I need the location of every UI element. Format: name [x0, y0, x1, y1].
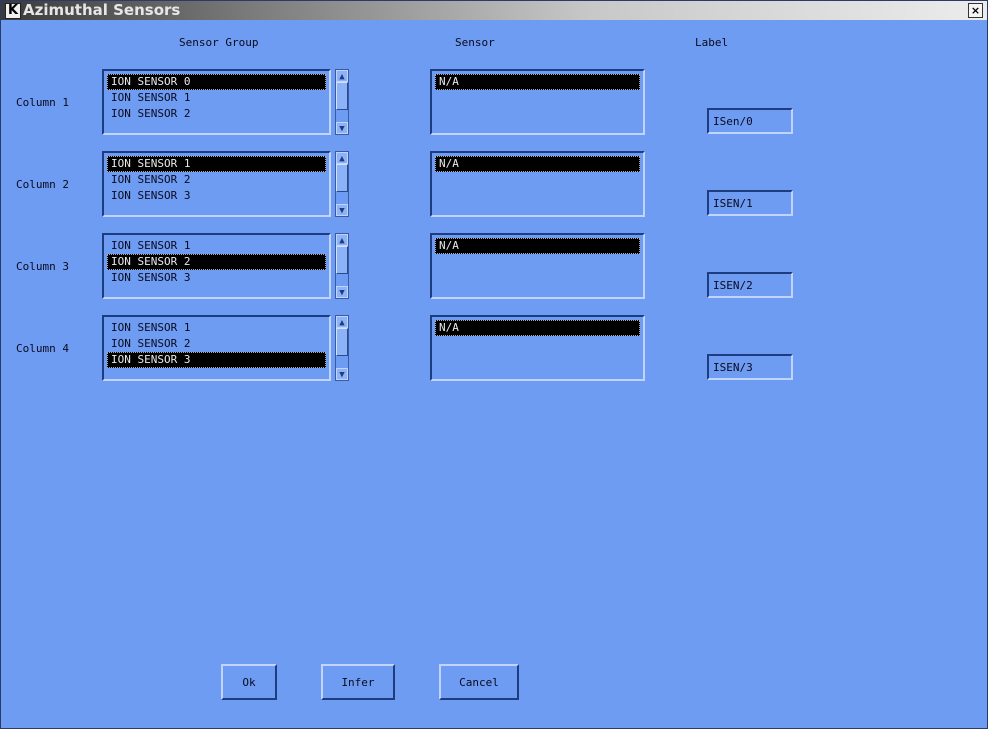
sensor-group-list-column-3[interactable]: ION SENSOR 1 ION SENSOR 2 ION SENSOR 3 — [102, 233, 331, 299]
window-title: Azimuthal Sensors — [23, 1, 181, 19]
sensor-group-scrollbar-column-1[interactable]: ▲ ▼ — [335, 69, 349, 135]
title-bar[interactable]: K Azimuthal Sensors × — [1, 1, 987, 20]
sensor-group-list-item[interactable]: ION SENSOR 1 — [107, 90, 326, 106]
scrollbar-thumb[interactable] — [336, 246, 348, 274]
sensor-group-list-item[interactable]: ION SENSOR 2 — [107, 336, 326, 352]
label-input-column-2[interactable] — [707, 190, 793, 216]
sensor-list-column-4[interactable]: N/A — [430, 315, 645, 381]
down-arrow-icon[interactable]: ▼ — [336, 204, 348, 216]
down-arrow-icon[interactable]: ▼ — [336, 368, 348, 380]
up-arrow-icon[interactable]: ▲ — [336, 234, 348, 246]
sensor-group-list-item[interactable]: ION SENSOR 2 — [107, 172, 326, 188]
label-input-column-3[interactable] — [707, 272, 793, 298]
azimuthal-sensors-window: K Azimuthal Sensors × Sensor Group Senso… — [0, 0, 988, 729]
down-arrow-icon[interactable]: ▼ — [336, 286, 348, 298]
sensor-list-item[interactable]: N/A — [435, 320, 640, 336]
label-input-column-1[interactable] — [707, 108, 793, 134]
header-sensor-group: Sensor Group — [179, 36, 259, 49]
sensor-list-column-3[interactable]: N/A — [430, 233, 645, 299]
sensor-list-item[interactable]: N/A — [435, 238, 640, 254]
sensor-group-list-item[interactable]: ION SENSOR 3 — [107, 188, 326, 204]
sensor-group-list-column-4[interactable]: ION SENSOR 1 ION SENSOR 2 ION SENSOR 3 — [102, 315, 331, 381]
sensor-list-item[interactable]: N/A — [435, 74, 640, 90]
sensor-list-column-2[interactable]: N/A — [430, 151, 645, 217]
sensor-group-list-item[interactable]: ION SENSOR 2 — [107, 254, 326, 270]
sensor-group-list-item[interactable]: ION SENSOR 1 — [107, 320, 326, 336]
scrollbar-thumb[interactable] — [336, 164, 348, 192]
scrollbar-thumb[interactable] — [336, 328, 348, 356]
row-label-column-2: Column 2 — [16, 178, 69, 191]
sensor-list-column-1[interactable]: N/A — [430, 69, 645, 135]
app-icon: K — [5, 3, 21, 19]
sensor-list-item[interactable]: N/A — [435, 156, 640, 172]
close-icon[interactable]: × — [968, 3, 983, 18]
sensor-group-list-item[interactable]: ION SENSOR 2 — [107, 106, 326, 122]
sensor-group-list-item[interactable]: ION SENSOR 3 — [107, 270, 326, 286]
sensor-group-scrollbar-column-2[interactable]: ▲ ▼ — [335, 151, 349, 217]
sensor-group-list-item[interactable]: ION SENSOR 1 — [107, 238, 326, 254]
sensor-group-scrollbar-column-4[interactable]: ▲ ▼ — [335, 315, 349, 381]
row-label-column-4: Column 4 — [16, 342, 69, 355]
sensor-group-scrollbar-column-3[interactable]: ▲ ▼ — [335, 233, 349, 299]
sensor-group-list-item[interactable]: ION SENSOR 1 — [107, 156, 326, 172]
cancel-button[interactable]: Cancel — [439, 664, 519, 700]
sensor-group-list-item[interactable]: ION SENSOR 3 — [107, 352, 326, 368]
up-arrow-icon[interactable]: ▲ — [336, 152, 348, 164]
up-arrow-icon[interactable]: ▲ — [336, 70, 348, 82]
sensor-group-list-column-2[interactable]: ION SENSOR 1 ION SENSOR 2 ION SENSOR 3 — [102, 151, 331, 217]
sensor-group-list-item[interactable]: ION SENSOR 0 — [107, 74, 326, 90]
label-input-column-4[interactable] — [707, 354, 793, 380]
header-sensor: Sensor — [455, 36, 495, 49]
down-arrow-icon[interactable]: ▼ — [336, 122, 348, 134]
ok-button[interactable]: Ok — [221, 664, 277, 700]
infer-button[interactable]: Infer — [321, 664, 395, 700]
scrollbar-thumb[interactable] — [336, 82, 348, 110]
row-label-column-3: Column 3 — [16, 260, 69, 273]
up-arrow-icon[interactable]: ▲ — [336, 316, 348, 328]
row-label-column-1: Column 1 — [16, 96, 69, 109]
header-label: Label — [695, 36, 729, 49]
sensor-group-list-column-1[interactable]: ION SENSOR 0 ION SENSOR 1 ION SENSOR 2 — [102, 69, 331, 135]
